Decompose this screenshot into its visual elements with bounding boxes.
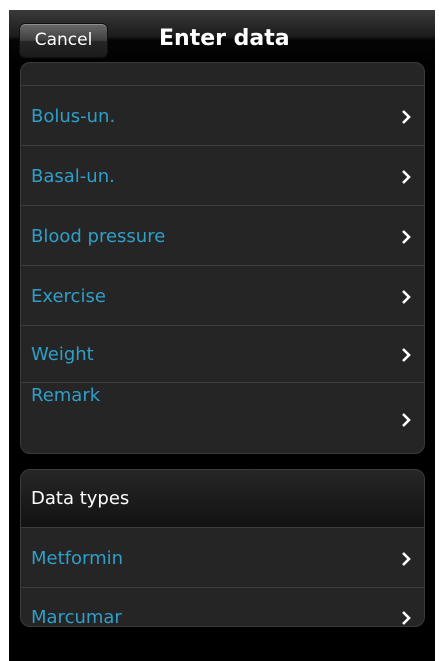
list-item-label: Bolus-un. [31,106,116,127]
section-title: Data types [31,488,130,509]
chevron-right-icon [402,170,411,184]
app-screen: Cancel Enter data Bolus-un. Basal-un. Bl… [9,10,435,661]
section-header: Data types [21,470,424,528]
list-item-exercise[interactable]: Exercise [21,266,424,326]
list-item-basal[interactable]: Basal-un. [21,146,424,206]
list-item-label: Basal-un. [31,166,115,187]
navigation-bar: Cancel Enter data [9,10,435,68]
list-item-label: Marcumar [31,607,122,627]
chevron-right-icon [402,413,411,427]
chevron-right-icon [402,290,411,304]
list-item-remark[interactable]: Remark [21,383,424,453]
list-item-label: Weight [31,344,94,365]
list-item-weight[interactable]: Weight [21,326,424,383]
data-types-group: Data types Metformin Marcumar [20,469,425,627]
list-item-label: Remark [31,385,101,406]
list-item-label: Blood pressure [31,226,166,247]
list-item-blood-pressure[interactable]: Blood pressure [21,206,424,266]
chevron-right-icon [402,552,411,566]
chevron-right-icon [402,230,411,244]
entry-list-group: Bolus-un. Basal-un. Blood pressure Exerc… [20,62,425,454]
cancel-button[interactable]: Cancel [19,23,108,58]
page-title: Enter data [159,26,290,51]
list-item-marcumar[interactable]: Marcumar [21,588,424,626]
list-item-metformin[interactable]: Metformin [21,528,424,588]
chevron-right-icon [402,348,411,362]
list-item-label: Exercise [31,286,106,307]
list-item-bolus[interactable]: Bolus-un. [21,86,424,146]
chevron-right-icon [402,611,411,625]
chevron-right-icon [402,110,411,124]
list-item-label: Metformin [31,548,124,569]
list-item-partial [21,63,424,86]
